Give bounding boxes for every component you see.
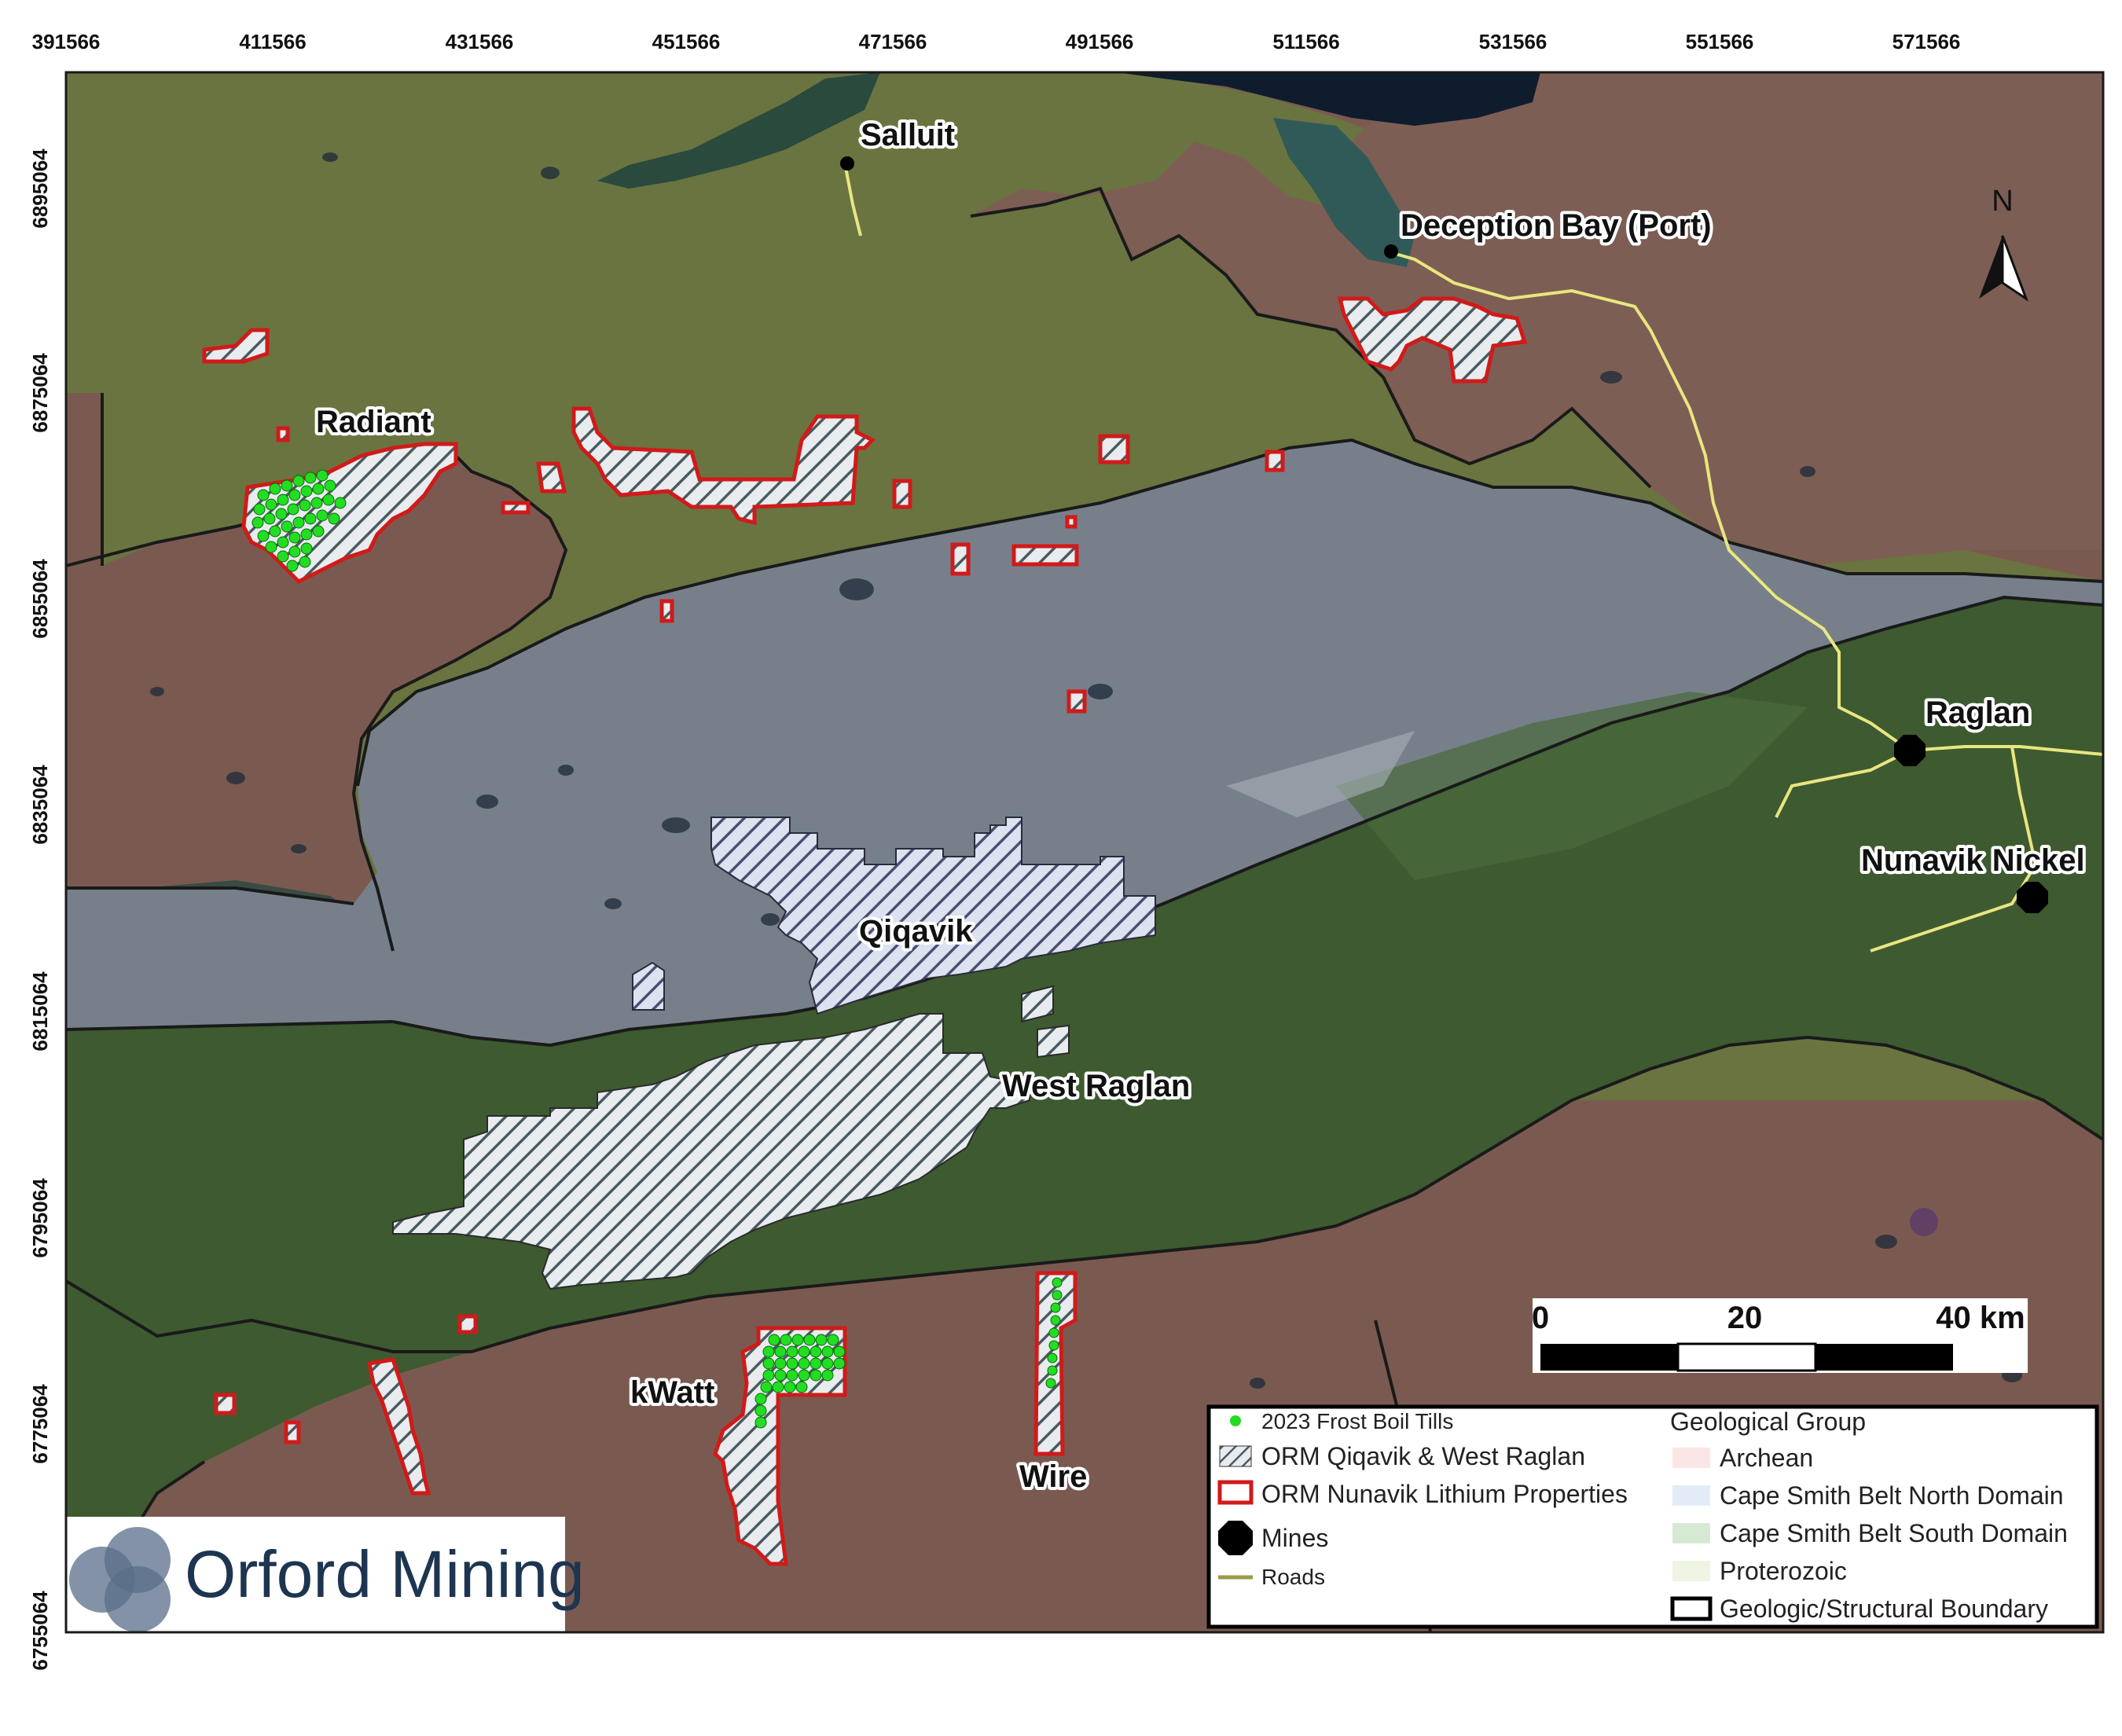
label-nunavik-nickel: Nunavik Nickel	[1861, 843, 2085, 878]
legend-item-label: Roads	[1261, 1565, 1325, 1589]
orford-mining-logo: Orford Mining	[66, 1517, 585, 1632]
north-domain-swatch	[1672, 1485, 1710, 1506]
hatched-box-icon	[1219, 1445, 1252, 1467]
legend-item-label: Mines	[1261, 1524, 1328, 1552]
x-tick: 391566	[32, 30, 101, 53]
nunavik-nickel-mine-icon	[2017, 882, 2048, 913]
legend-item-label: ORM Qiqavik & West Raglan	[1261, 1442, 1585, 1470]
scale-bar: 0 20 40 km	[1532, 1298, 2028, 1373]
salluit-marker	[840, 156, 854, 171]
y-tick: 6855064	[28, 559, 52, 639]
legend-item-label: Geologic/Structural Boundary	[1720, 1595, 2048, 1623]
x-axis-ticks: 391566 411566 431566 451566 471566 49156…	[32, 30, 1961, 53]
small-claim	[659, 599, 674, 623]
logo-text: Orford Mining	[185, 1537, 585, 1611]
small-claim	[950, 542, 971, 576]
map-canvas: Salluit Deception Bay (Port) Radiant Qiq…	[66, 72, 2103, 1632]
scale-label: 40 km	[1936, 1301, 2025, 1335]
map-figure: 391566 411566 431566 451566 471566 49156…	[28, 30, 2105, 1671]
scale-label: 20	[1727, 1301, 1763, 1335]
south-domain-swatch	[1672, 1523, 1710, 1543]
x-tick: 471566	[859, 30, 927, 53]
y-tick: 6755064	[28, 1591, 52, 1671]
small-claim	[536, 461, 567, 494]
archean-swatch	[1672, 1448, 1710, 1468]
small-claim	[501, 501, 530, 515]
legend-group-title: Geological Group	[1670, 1408, 1866, 1436]
proterozoic-swatch	[1672, 1561, 1710, 1581]
purple-spot	[1910, 1208, 1938, 1236]
legend-item-label: Proterozoic	[1720, 1557, 1847, 1585]
label-qiqavik: Qiqavik	[859, 914, 973, 949]
y-tick: 6775064	[28, 1384, 52, 1464]
legend-item-label: 2023 Frost Boil Tills	[1261, 1409, 1453, 1433]
legend-item-label: Archean	[1720, 1444, 1813, 1472]
small-claim	[1098, 434, 1130, 464]
x-tick: 411566	[239, 30, 306, 53]
y-tick: 6875064	[28, 353, 52, 433]
small-claim	[284, 1420, 301, 1444]
red-outline-box-icon	[1217, 1480, 1254, 1505]
label-wire: Wire	[1019, 1459, 1087, 1494]
y-tick: 6835064	[28, 765, 52, 845]
small-claim	[276, 426, 290, 442]
y-tick: 6895064	[28, 149, 52, 229]
label-kwatt: kWatt	[630, 1375, 714, 1410]
x-tick: 511566	[1272, 30, 1339, 53]
legend-item-label: Cape Smith Belt South Domain	[1720, 1519, 2068, 1547]
x-tick: 551566	[1686, 30, 1754, 53]
small-claim	[214, 1393, 237, 1415]
x-tick: 451566	[652, 30, 721, 53]
small-claim	[457, 1314, 478, 1334]
label-deception-bay: Deception Bay (Port)	[1401, 208, 1712, 243]
deception-bay-marker	[1384, 244, 1398, 259]
y-tick: 6815064	[28, 971, 52, 1052]
mine-octagon-icon	[1218, 1521, 1253, 1555]
label-radiant: Radiant	[316, 405, 431, 439]
small-claim	[1065, 515, 1078, 529]
small-claim	[892, 479, 912, 509]
x-tick: 571566	[1893, 30, 1961, 53]
scale-label: 0	[1532, 1301, 1549, 1335]
y-tick: 6795064	[28, 1178, 52, 1258]
small-claim	[1265, 450, 1285, 472]
label-west-raglan: West Raglan	[1002, 1069, 1190, 1103]
raglan-mine-icon	[1894, 735, 1926, 766]
y-axis-ticks: 6895064 6875064 6855064 6835064 6815064 …	[28, 149, 52, 1671]
x-tick: 491566	[1066, 30, 1134, 53]
label-salluit: Salluit	[861, 118, 955, 152]
boundary-swatch	[1670, 1596, 1713, 1621]
legend-item-label: Cape Smith Belt North Domain	[1720, 1481, 2064, 1510]
frost-boil-dot-icon	[1230, 1415, 1241, 1426]
label-raglan: Raglan	[1926, 696, 2030, 730]
x-tick: 531566	[1479, 30, 1547, 53]
north-label: N	[1992, 185, 2013, 218]
small-claim	[1011, 544, 1079, 567]
west-raglan-east-block	[1037, 1024, 1070, 1059]
legend-item-label: ORM Nunavik Lithium Properties	[1261, 1480, 1628, 1508]
x-tick: 431566	[446, 30, 514, 53]
legend: 2023 Frost Boil Tills ORM Qiqavik & West…	[1206, 1404, 2099, 1629]
small-claim	[1067, 689, 1087, 714]
